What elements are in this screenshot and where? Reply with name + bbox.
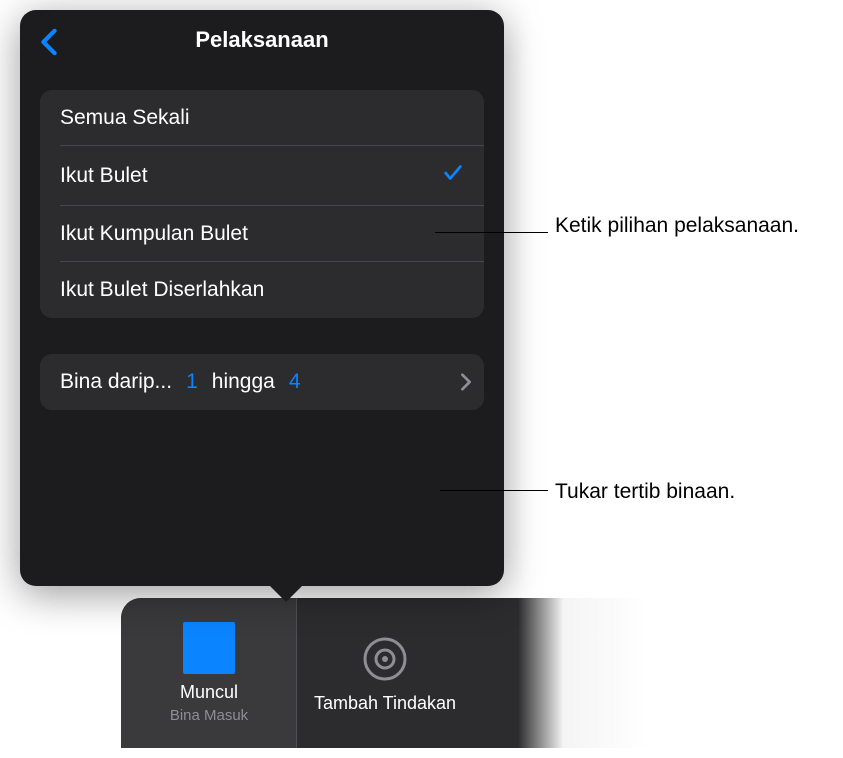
popover-body: Semua Sekali Ikut Bulet Ikut Kumpulan Bu… (20, 70, 504, 430)
chevron-left-icon (40, 28, 58, 61)
effect-item-appear[interactable]: Muncul Bina Masuk (121, 598, 297, 748)
effect-add-action-label: Tambah Tindakan (314, 693, 456, 714)
delivery-option-by-bullet-group[interactable]: Ikut Kumpulan Bulet (40, 206, 484, 262)
back-button[interactable] (40, 28, 58, 61)
effect-subtitle: Bina Masuk (170, 707, 248, 724)
checkmark-icon (442, 162, 464, 190)
option-label: Ikut Kumpulan Bulet (60, 222, 248, 246)
build-to-word: hingga (212, 370, 275, 394)
popover-tail (268, 584, 304, 602)
effects-bar: Muncul Bina Masuk Tambah Tindakan (121, 598, 673, 748)
effect-title: Muncul (180, 682, 238, 703)
build-from-row[interactable]: Bina darip... 1 hingga 4 (40, 354, 484, 410)
blue-square-icon (183, 622, 235, 674)
option-label: Ikut Bulet Diserlahkan (60, 278, 264, 302)
chevron-right-icon (460, 373, 472, 391)
build-from-label: Bina darip... (60, 370, 172, 394)
popover-title: Pelaksanaan (195, 27, 328, 53)
effect-preview-square (183, 622, 235, 674)
add-action-icon (359, 633, 411, 685)
build-to-value: 4 (275, 370, 315, 394)
delivery-option-all-at-once[interactable]: Semua Sekali (40, 90, 484, 146)
delivery-popover: Pelaksanaan Semua Sekali Ikut Bulet Ikut… (20, 10, 504, 586)
option-label: Ikut Bulet (60, 164, 148, 188)
annotation-build-order: Tukar tertib binaan. (555, 478, 735, 506)
effect-item-add-action[interactable]: Tambah Tindakan (297, 598, 473, 748)
delivery-options-list: Semua Sekali Ikut Bulet Ikut Kumpulan Bu… (40, 90, 484, 318)
delivery-option-by-highlighted-bullet[interactable]: Ikut Bulet Diserlahkan (40, 262, 484, 318)
option-label: Semua Sekali (60, 106, 190, 130)
build-from-value: 1 (172, 370, 212, 394)
annotation-delivery-option: Ketik pilihan pelaksanaan. (555, 212, 799, 240)
delivery-option-by-bullet[interactable]: Ikut Bulet (40, 146, 484, 206)
popover-header: Pelaksanaan (20, 10, 504, 70)
